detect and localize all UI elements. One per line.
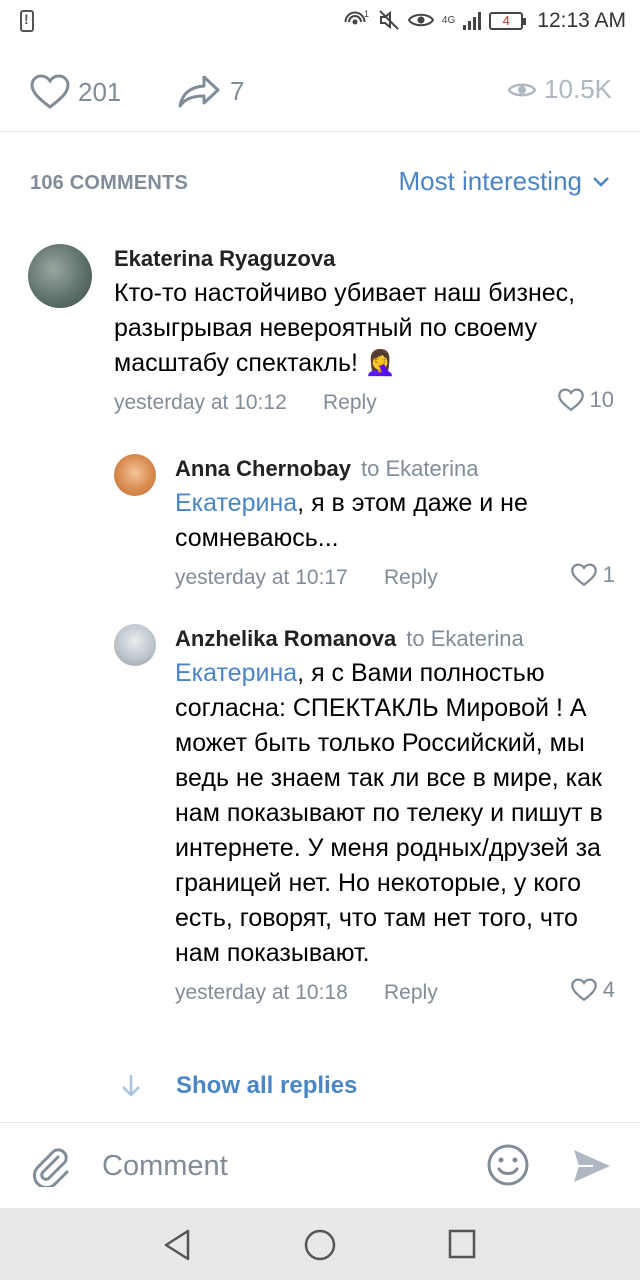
comment-author[interactable]: Anzhelika Romanova to Ekaterina bbox=[175, 626, 615, 652]
avatar[interactable] bbox=[114, 624, 156, 666]
comment-time: yesterday at 10:12 bbox=[114, 391, 287, 414]
attach-icon[interactable] bbox=[30, 1145, 70, 1192]
comment-body: Anzhelika Romanova to Ekaterina Екатерина… bbox=[175, 626, 615, 1011]
hotspot-icon: 1 bbox=[344, 9, 370, 34]
share-icon bbox=[178, 75, 220, 108]
like-count: 201 bbox=[78, 76, 122, 107]
comment-time: yesterday at 10:18 bbox=[175, 981, 348, 1004]
network-type: 4G bbox=[441, 15, 456, 26]
heart-icon bbox=[30, 74, 70, 109]
reply-button[interactable]: Reply bbox=[384, 566, 438, 590]
svg-text:1: 1 bbox=[364, 9, 369, 19]
views-counter: 10.5K bbox=[508, 74, 612, 105]
chevron-down-icon bbox=[593, 176, 609, 187]
comments-header: 106 COMMENTS Most interesting bbox=[0, 160, 640, 210]
view-count: 10.5K bbox=[544, 74, 612, 104]
comment-like-button[interactable]: 10 bbox=[557, 387, 614, 413]
comment-composer: Comment bbox=[0, 1122, 640, 1208]
comment-body: Anna Chernobay to Ekaterina Екатерина, я … bbox=[175, 456, 615, 596]
clock: 12:13 AM bbox=[537, 9, 626, 32]
show-all-replies-label: Show all replies bbox=[176, 1072, 358, 1099]
sort-label: Most interesting bbox=[398, 166, 582, 196]
show-all-replies-button[interactable]: Show all replies bbox=[120, 1072, 357, 1100]
comments-count: 106 COMMENTS bbox=[30, 172, 188, 194]
comment-body: Ekaterina Ryaguzova Кто-то настойчиво уб… bbox=[114, 246, 614, 421]
comment-time: yesterday at 10:17 bbox=[175, 566, 348, 589]
eye-icon bbox=[407, 11, 435, 32]
like-button[interactable]: 201 bbox=[30, 74, 121, 110]
heart-icon bbox=[557, 388, 584, 412]
comment-text: Екатерина, я в этом даже и не сомневаюсь… bbox=[175, 489, 528, 552]
avatar[interactable] bbox=[28, 244, 92, 308]
comment-author[interactable]: Anna Chernobay to Ekaterina bbox=[175, 456, 615, 482]
comment-meta: yesterday at 10:18 Reply 4 bbox=[175, 975, 615, 1011]
emoji-icon[interactable] bbox=[486, 1143, 530, 1192]
mention-link[interactable]: Екатерина bbox=[175, 659, 297, 687]
comment-input[interactable]: Comment bbox=[102, 1150, 228, 1183]
recents-icon[interactable] bbox=[447, 1228, 477, 1265]
comment-like-count: 4 bbox=[602, 977, 615, 1002]
mention-link[interactable]: Екатерина bbox=[175, 489, 297, 517]
eye-icon bbox=[508, 83, 537, 96]
comment-text: Екатерина, я с Вами полностью согласна: … bbox=[175, 659, 603, 967]
battery-icon: 4 bbox=[489, 12, 527, 30]
reply-target: to Ekaterina bbox=[361, 456, 479, 481]
heart-icon bbox=[570, 978, 597, 1002]
reply-button[interactable]: Reply bbox=[384, 981, 438, 1005]
comment-like-count: 10 bbox=[589, 387, 614, 412]
send-icon[interactable] bbox=[572, 1147, 612, 1190]
arrow-down-icon bbox=[122, 1075, 140, 1097]
share-button[interactable]: 7 bbox=[178, 74, 244, 108]
comment-like-button[interactable]: 4 bbox=[570, 977, 615, 1003]
heart-icon bbox=[570, 563, 597, 587]
comment-like-count: 1 bbox=[602, 562, 615, 587]
mute-icon bbox=[378, 9, 400, 34]
post-actions: 201 7 10.5K bbox=[0, 60, 640, 132]
comment-meta: yesterday at 10:12 Reply 10 bbox=[114, 385, 614, 421]
comment-text: Кто-то настойчиво убивает наш бизнес, ра… bbox=[114, 279, 576, 377]
status-icons: 1 4G 4 12:13 AM bbox=[344, 6, 626, 36]
avatar[interactable] bbox=[114, 454, 156, 496]
back-icon[interactable] bbox=[162, 1228, 192, 1267]
signal-icon bbox=[463, 12, 482, 30]
reply-target: to Ekaterina bbox=[406, 626, 524, 651]
reply-button[interactable]: Reply bbox=[323, 391, 377, 415]
share-count: 7 bbox=[230, 75, 245, 106]
home-icon[interactable] bbox=[303, 1228, 337, 1267]
comment-like-button[interactable]: 1 bbox=[570, 562, 615, 588]
comment-meta: yesterday at 10:17 Reply 1 bbox=[175, 560, 615, 596]
system-nav-bar bbox=[0, 1208, 640, 1280]
status-bar: 1 4G 4 12:13 AM bbox=[0, 0, 640, 44]
alert-icon bbox=[20, 10, 34, 32]
comment-author[interactable]: Ekaterina Ryaguzova bbox=[114, 246, 614, 272]
sort-dropdown[interactable]: Most interesting bbox=[398, 166, 610, 197]
